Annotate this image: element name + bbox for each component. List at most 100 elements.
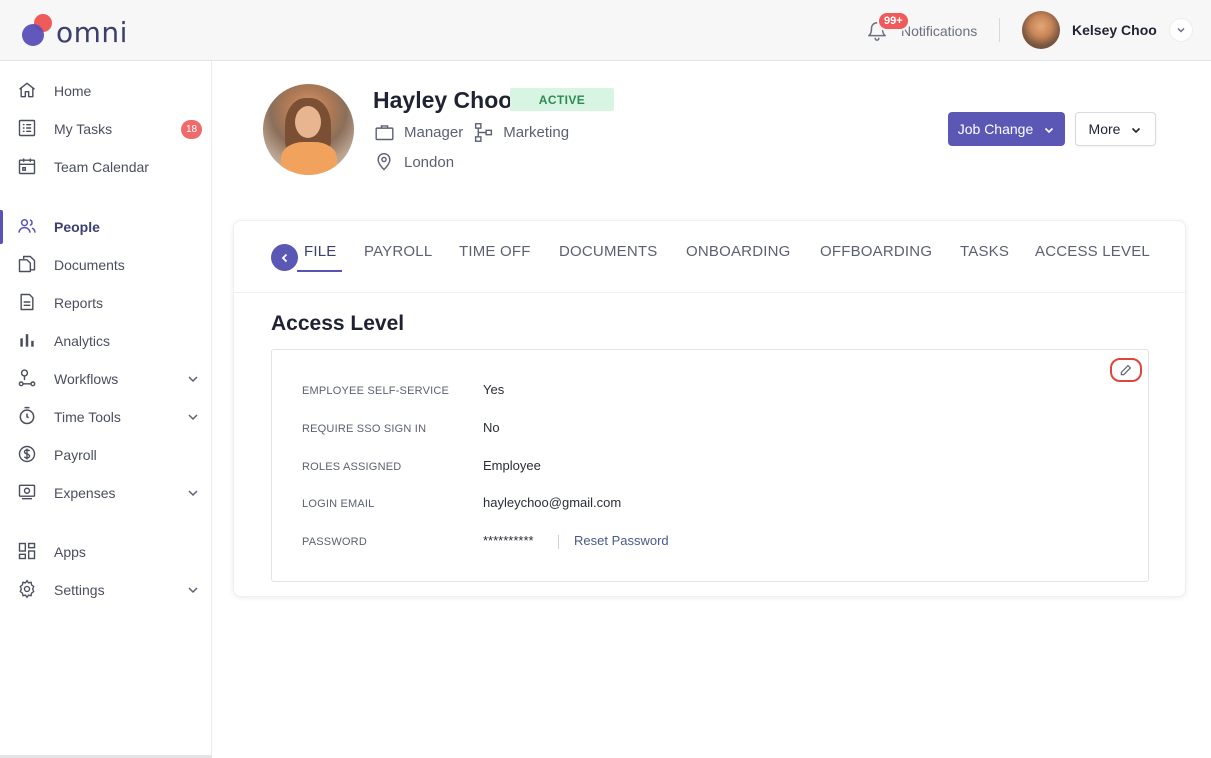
- job-change-button[interactable]: Job Change: [948, 112, 1065, 146]
- notifications-label: Notifications: [901, 23, 978, 39]
- tab-payroll[interactable]: PAYROLL: [364, 243, 432, 260]
- section-title: Access Level: [271, 312, 405, 335]
- profile-location-row: London: [374, 151, 454, 173]
- user-avatar: [1022, 11, 1060, 49]
- field-label: PASSWORD: [302, 536, 367, 548]
- sidebar-item-label: Expenses: [54, 485, 116, 501]
- chevron-down-icon[interactable]: [186, 583, 200, 597]
- sidebar-item-team-calendar[interactable]: Team Calendar: [0, 149, 212, 185]
- tab-access-level[interactable]: ACCESS LEVEL: [1035, 243, 1150, 260]
- sidebar-item-apps[interactable]: Apps: [0, 534, 212, 570]
- reset-password-link[interactable]: Reset Password: [574, 533, 669, 548]
- timer-icon: [17, 406, 39, 428]
- people-icon: [17, 216, 39, 238]
- field-value: No: [483, 420, 500, 435]
- location-pin-icon: [374, 152, 394, 172]
- chevron-down-icon[interactable]: [186, 372, 200, 386]
- tab-tasks[interactable]: TASKS: [960, 243, 1009, 260]
- chevron-down-icon: [1043, 123, 1055, 135]
- tasks-count-badge: 18: [181, 119, 202, 139]
- sidebar-item-workflows[interactable]: Workflows: [0, 361, 212, 397]
- job-change-label: Job Change: [957, 121, 1034, 137]
- sidebar-item-label: Home: [54, 83, 92, 99]
- briefcase-icon: [374, 122, 395, 143]
- sidebar-item-expenses[interactable]: Expenses: [0, 475, 212, 511]
- avatar-face-shape: [295, 106, 321, 138]
- sidebar-item-label: Apps: [54, 544, 86, 560]
- sidebar-item-payroll[interactable]: Payroll: [0, 437, 212, 473]
- profile-location: London: [404, 153, 455, 171]
- tab-offboarding[interactable]: OFFBOARDING: [820, 243, 932, 260]
- dollar-icon: [17, 444, 39, 466]
- profile-role: Manager: [404, 123, 464, 141]
- tasks-icon: [17, 118, 39, 140]
- user-name: Kelsey Choo: [1072, 22, 1157, 38]
- status-badge: ACTIVE: [510, 88, 614, 111]
- profile-role-department: Manager Marketing: [374, 121, 569, 143]
- chevron-down-icon[interactable]: [1168, 18, 1193, 42]
- chevron-down-icon[interactable]: [186, 410, 200, 424]
- notifications-button[interactable]: 99+ Notifications: [866, 11, 978, 46]
- chevron-down-icon: [1130, 123, 1142, 135]
- sidebar: Home My Tasks 18 Team Calendar People Do…: [0, 61, 212, 758]
- user-menu[interactable]: Kelsey Choo: [1022, 11, 1193, 49]
- profile-department: Marketing: [503, 123, 570, 141]
- pencil-icon: [1120, 364, 1132, 376]
- profile-avatar: [263, 84, 354, 175]
- tabs-scroll-left-button[interactable]: [271, 244, 298, 271]
- bell-icon: 99+: [866, 11, 910, 42]
- logo-mark-purple: [22, 24, 44, 46]
- omni-logo[interactable]: omni: [22, 14, 132, 49]
- apps-icon: [17, 541, 39, 563]
- more-button[interactable]: More: [1075, 112, 1156, 146]
- sidebar-item-time-tools[interactable]: Time Tools: [0, 399, 212, 435]
- tab-file[interactable]: FILE: [304, 243, 336, 260]
- sidebar-item-settings[interactable]: Settings: [0, 572, 212, 608]
- topbar-divider: [999, 18, 1000, 42]
- field-value: hayleychoo@gmail.com: [483, 495, 622, 510]
- chevron-down-icon[interactable]: [186, 486, 200, 500]
- active-indicator: [0, 210, 3, 244]
- sidebar-item-label: Workflows: [54, 371, 119, 387]
- profile-name: Hayley Choo: [373, 87, 513, 113]
- avatar-shirt-shape: [281, 142, 337, 175]
- field-row-roles-assigned: ROLES ASSIGNED Employee: [302, 458, 1102, 478]
- calendar-icon: [17, 156, 39, 178]
- more-label: More: [1088, 121, 1121, 137]
- tab-documents[interactable]: DOCUMENTS: [559, 243, 657, 260]
- profile-tabs: FILE PAYROLL TIME OFF DOCUMENTS ONBOARDI…: [234, 221, 1187, 293]
- sidebar-item-people[interactable]: People: [0, 209, 212, 245]
- profile-card: FILE PAYROLL TIME OFF DOCUMENTS ONBOARDI…: [233, 220, 1187, 597]
- access-level-panel: EMPLOYEE SELF-SERVICE Yes REQUIRE SSO SI…: [271, 349, 1149, 582]
- sidebar-item-label: Reports: [54, 295, 104, 311]
- field-row-login-email: LOGIN EMAIL hayleychoo@gmail.com: [302, 495, 1102, 515]
- field-divider: [558, 535, 559, 549]
- documents-icon: [17, 254, 39, 276]
- tab-time-off[interactable]: TIME OFF: [459, 243, 531, 260]
- field-label: EMPLOYEE SELF-SERVICE: [302, 385, 450, 397]
- sidebar-item-analytics[interactable]: Analytics: [0, 323, 212, 359]
- field-value: Employee: [483, 458, 541, 473]
- field-label: ROLES ASSIGNED: [302, 461, 402, 473]
- field-row-require-sso: REQUIRE SSO SIGN IN No: [302, 420, 1102, 440]
- sidebar-item-home[interactable]: Home: [0, 73, 212, 109]
- edit-button[interactable]: [1110, 358, 1142, 382]
- sidebar-item-reports[interactable]: Reports: [0, 285, 212, 321]
- sidebar-item-label: Documents: [54, 257, 125, 273]
- sidebar-item-label: Settings: [54, 582, 105, 598]
- field-value: **********: [483, 533, 534, 548]
- notifications-badge: 99+: [877, 11, 910, 31]
- field-value: Yes: [483, 382, 505, 397]
- sidebar-item-label: Analytics: [54, 333, 111, 349]
- sidebar-item-label: Time Tools: [54, 409, 121, 425]
- top-bar: omni 99+ Notifications Kelsey Choo: [0, 0, 1211, 61]
- reports-icon: [17, 292, 39, 314]
- field-label: REQUIRE SSO SIGN IN: [302, 423, 427, 435]
- active-tab-indicator: [297, 270, 342, 272]
- field-row-password: PASSWORD ********** Reset Password: [302, 533, 1102, 553]
- tab-onboarding[interactable]: ONBOARDING: [686, 243, 791, 260]
- sidebar-item-documents[interactable]: Documents: [0, 247, 212, 283]
- expenses-icon: [17, 482, 39, 504]
- workflows-icon: [17, 368, 39, 390]
- sidebar-item-my-tasks[interactable]: My Tasks 18: [0, 111, 212, 147]
